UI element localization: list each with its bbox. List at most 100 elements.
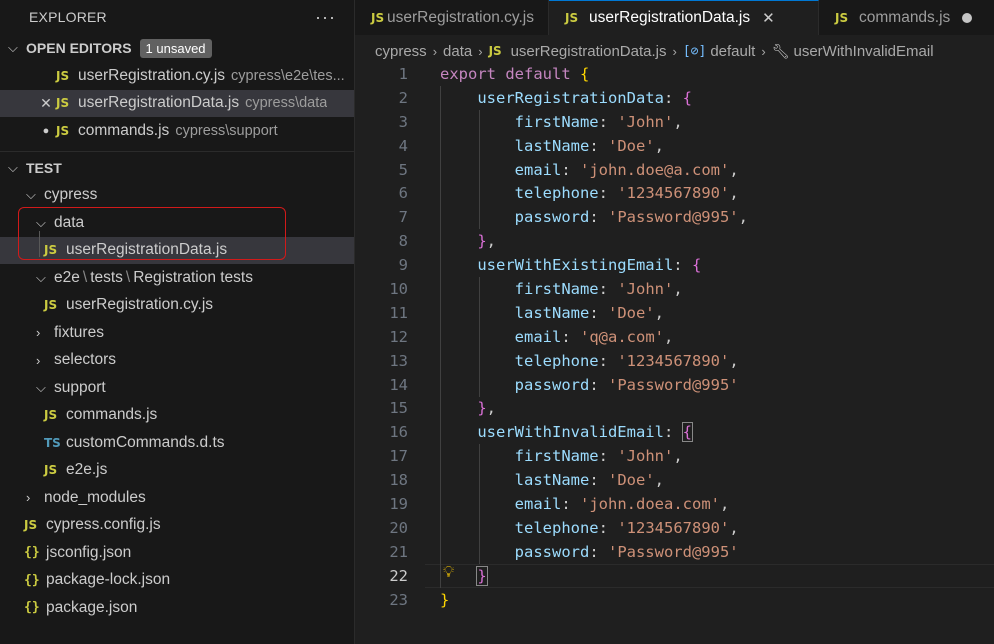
code-text: lastName: 'Doe', [514, 136, 664, 155]
code-line[interactable]: 5 email: 'john.doe@a.com', [355, 158, 994, 182]
more-actions-icon[interactable]: ··· [315, 7, 336, 28]
tree-folder-selectors[interactable]: › selectors [0, 347, 354, 375]
code-line[interactable]: 17 firstName: 'John', [355, 444, 994, 468]
open-editor-item[interactable]: ✕ JS userRegistrationData.js cypress\dat… [0, 89, 354, 117]
folder-label: support [54, 378, 106, 396]
unsaved-dot-icon[interactable]: ● [36, 125, 56, 137]
explorer-title: EXPLORER [29, 9, 107, 25]
code-line[interactable]: 21 password: 'Password@995' [355, 540, 994, 564]
open-editor-filename: commands.js [78, 121, 170, 139]
line-number: 1 [398, 64, 408, 83]
chevron-down-icon: ⌵ [8, 40, 18, 55]
open-editors-section-header[interactable]: ⌵ OPEN EDITORS 1 unsaved [0, 34, 354, 62]
open-editor-item[interactable]: JS userRegistration.cy.js cypress\e2e\te… [0, 62, 354, 90]
open-editor-path: cypress\e2e\tes... [231, 67, 345, 84]
code-line[interactable]: 7 password: 'Password@995', [355, 205, 994, 229]
open-editors-label: OPEN EDITORS [26, 40, 132, 56]
code-line[interactable]: 14 password: 'Password@995' [355, 373, 994, 397]
line-number: 12 [389, 327, 408, 346]
editor-tabs: JS userRegistration.cy.js JS userRegistr… [355, 0, 994, 35]
code-line[interactable]: 18 lastName: 'Doe', [355, 468, 994, 492]
tree-file-jsconfig[interactable]: {} jsconfig.json [0, 539, 354, 567]
tab-userRegistrationData[interactable]: JS userRegistrationData.js ✕ [549, 0, 819, 35]
tab-label: commands.js [859, 8, 951, 26]
tree-folder-data[interactable]: ⌵ data [0, 209, 354, 237]
code-editor[interactable]: 1 export default {2 userRegistrationData:… [355, 62, 994, 611]
code-text: }, [477, 232, 497, 251]
object-symbol-icon: [⊘] [682, 43, 707, 59]
explorer-sidebar: EXPLORER ··· ⌵ OPEN EDITORS 1 unsaved JS… [0, 0, 355, 644]
wrench-icon: 🔧︎ [771, 42, 790, 59]
tree-folder-cypress[interactable]: ⌵ cypress [0, 182, 354, 210]
code-line[interactable]: 12 email: 'q@a.com', [355, 325, 994, 349]
tree-folder-node-modules[interactable]: › node_modules [0, 484, 354, 512]
code-line[interactable]: 3 firstName: 'John', [355, 110, 994, 134]
tree-folder-fixtures[interactable]: › fixtures [0, 319, 354, 347]
line-number: 8 [398, 232, 408, 251]
code-text: } [440, 590, 450, 609]
line-number: 3 [398, 112, 408, 131]
code-line[interactable]: 6 telephone: '1234567890', [355, 181, 994, 205]
code-line[interactable]: 16 userWithInvalidEmail: { [355, 420, 994, 444]
tree-file-userRegistration[interactable]: JS userRegistration.cy.js [0, 292, 354, 320]
code-line[interactable]: 2 userRegistrationData: { [355, 86, 994, 110]
tree-folder-support[interactable]: ⌵ support [0, 374, 354, 402]
tree-file-commands[interactable]: JS commands.js [0, 402, 354, 430]
js-file-icon: JS [835, 10, 849, 25]
close-icon[interactable]: ✕ [36, 95, 56, 112]
tree-file-package[interactable]: {} package.json [0, 594, 354, 622]
tree-folder-e2e[interactable]: ⌵ e2e \ tests \ Registration tests [0, 264, 354, 292]
line-number: 4 [398, 136, 408, 155]
code-line[interactable]: 11 lastName: 'Doe', [355, 301, 994, 325]
code-line[interactable]: 23} [355, 588, 994, 612]
editor-area: JS userRegistration.cy.js JS userRegistr… [355, 0, 994, 644]
code-line[interactable]: 15 }, [355, 396, 994, 420]
line-number: 10 [389, 279, 408, 298]
code-text: password: 'Password@995', [514, 208, 748, 227]
code-line[interactable]: 1 export default { [355, 62, 994, 86]
breadcrumb-item[interactable]: userRegistrationData.js [511, 43, 667, 60]
file-label: jsconfig.json [46, 543, 132, 561]
tab-userRegistration[interactable]: JS userRegistration.cy.js [355, 0, 549, 35]
unsaved-dot-icon[interactable] [962, 12, 973, 23]
tab-label: userRegistrationData.js [589, 9, 751, 26]
tab-commands[interactable]: JS commands.js [819, 0, 994, 35]
code-line[interactable]: 9 userWithExistingEmail: { [355, 253, 994, 277]
breadcrumb-item[interactable]: cypress [375, 43, 427, 60]
tree-file-cypress-config[interactable]: JS cypress.config.js [0, 512, 354, 540]
file-label: commands.js [66, 406, 158, 424]
open-editor-item[interactable]: ● JS commands.js cypress\support [0, 117, 354, 145]
path-separator: \ [82, 268, 88, 286]
indent-guide [440, 85, 441, 588]
tree-file-userRegistrationData[interactable]: JS userRegistrationData.js [0, 236, 354, 264]
folder-label: selectors [54, 351, 117, 369]
code-line[interactable]: 20 telephone: '1234567890', [355, 516, 994, 540]
code-text: firstName: 'John', [514, 112, 683, 131]
workspace-section-header[interactable]: ⌵ TEST [0, 154, 354, 182]
chevron-down-icon: ⌵ [36, 214, 46, 230]
tree-file-customCommands[interactable]: TS customCommands.d.ts [0, 429, 354, 457]
code-line[interactable]: 4 lastName: 'Doe', [355, 134, 994, 158]
chevron-right-icon: › [36, 352, 41, 368]
code-line[interactable]: 10 firstName: 'John', [355, 277, 994, 301]
file-label: package.json [46, 598, 138, 616]
code-line[interactable]: 19 email: 'john.doea.com', [355, 492, 994, 516]
open-editor-path: cypress\data [245, 95, 328, 112]
lightbulb-icon[interactable]: 💡︎ [443, 564, 454, 582]
tree-file-package-lock[interactable]: {} package-lock.json [0, 567, 354, 595]
folder-label-part: tests [90, 268, 123, 286]
line-number: 14 [389, 375, 408, 394]
chevron-right-icon: › [761, 43, 766, 59]
chevron-down-icon: ⌵ [36, 379, 46, 395]
js-file-icon: JS [44, 243, 58, 258]
file-label: cypress.config.js [46, 516, 161, 534]
breadcrumb-item[interactable]: data [443, 43, 472, 60]
open-editor-filename: userRegistration.cy.js [78, 66, 226, 84]
js-file-icon: JS [44, 408, 58, 423]
code-line[interactable]: 13 telephone: '1234567890', [355, 349, 994, 373]
breadcrumb-item[interactable]: userWithInvalidEmail [793, 43, 933, 60]
close-icon[interactable]: ✕ [762, 9, 775, 27]
tree-file-e2e[interactable]: JS e2e.js [0, 457, 354, 485]
code-line[interactable]: 8 }, [355, 229, 994, 253]
breadcrumb-item[interactable]: default [710, 43, 755, 60]
